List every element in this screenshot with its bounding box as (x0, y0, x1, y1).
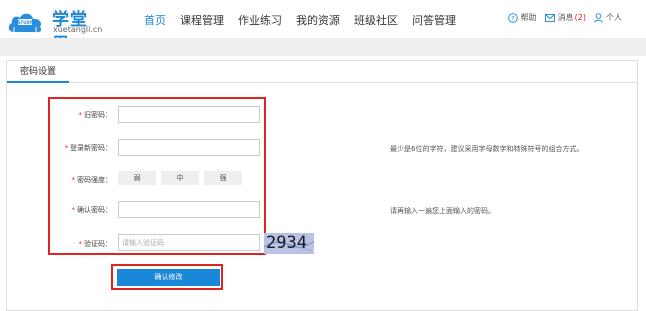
question-circle-icon: ? (507, 12, 518, 23)
captcha-input[interactable] (118, 234, 260, 251)
header-user-links: ? 帮助 消息 (2) 个人 (500, 12, 622, 23)
tab-password-settings[interactable]: 密码设置 (7, 61, 69, 83)
captcha-image[interactable]: 2934 (264, 233, 314, 254)
old-password-label: * 旧密码： (52, 110, 113, 120)
nav-course-management[interactable]: 课程管理 (174, 0, 230, 38)
user-icon (594, 12, 603, 23)
logo-subtitle: xuetangli.cn (53, 25, 103, 34)
top-header: STUDY 学堂里 xuetangli.cn 首页 课程管理 作业练习 我的资源… (0, 0, 646, 55)
old-password-input[interactable] (118, 106, 260, 123)
nav-homework[interactable]: 作业练习 (232, 0, 288, 38)
new-password-input[interactable] (118, 139, 260, 156)
confirm-change-button[interactable]: 确认修改 (117, 269, 220, 286)
strength-strong: 强 (204, 171, 242, 185)
confirm-password-input[interactable] (118, 201, 260, 218)
messages-count-badge: (2) (574, 13, 586, 22)
required-mark: * (78, 240, 83, 248)
help-link[interactable]: ? 帮助 (507, 12, 537, 23)
captcha-text: 2934 (266, 233, 307, 253)
new-password-label: * 登录新密码： (52, 143, 113, 153)
svg-text:?: ? (511, 14, 514, 22)
main-nav: 首页 课程管理 作业练习 我的资源 班级社区 问答管理 (138, 0, 464, 38)
nav-home[interactable]: 首页 (138, 0, 172, 38)
captcha-label: * 验证码： (52, 239, 113, 249)
nav-my-resources[interactable]: 我的资源 (290, 0, 346, 38)
nav-qa-management[interactable]: 问答管理 (406, 0, 462, 38)
cloud-logo-icon: STUDY (8, 13, 42, 33)
strength-weak: 弱 (118, 171, 156, 185)
password-strength-label-text: 密码强度： (77, 176, 112, 184)
messages-link[interactable]: 消息 (2) (544, 12, 586, 23)
panel-tab-bar: 密码设置 (7, 61, 637, 83)
new-password-hint: 最少是6位的字符，建议采用字母数字和特殊符号的组合方式。 (390, 145, 584, 153)
header-divider-band (0, 38, 646, 56)
old-password-label-text: 旧密码： (84, 111, 112, 119)
required-mark: * (64, 144, 69, 152)
site-logo[interactable]: STUDY 学堂里 xuetangli.cn (6, 5, 102, 55)
confirm-password-label: * 确认密码： (52, 205, 113, 215)
envelope-icon (544, 13, 555, 22)
messages-label: 消息 (557, 13, 574, 22)
personal-link[interactable]: 个人 (594, 12, 622, 23)
password-strength-label: * 密码强度： (52, 175, 113, 185)
required-mark: * (78, 111, 83, 119)
nav-class-community[interactable]: 班级社区 (348, 0, 404, 38)
personal-label: 个人 (606, 13, 622, 22)
required-mark: * (71, 206, 76, 214)
logo-badge: STUDY (18, 20, 33, 25)
required-mark: * (71, 176, 76, 184)
new-password-label-text: 登录新密码： (70, 144, 112, 152)
captcha-label-text: 验证码： (84, 240, 112, 248)
confirm-password-hint: 请再输入一遍您上面输入的密码。 (390, 207, 495, 215)
help-label: 帮助 (520, 13, 537, 22)
confirm-password-label-text: 确认密码： (77, 206, 112, 214)
password-strength-meter: 弱 中 强 (118, 171, 247, 185)
strength-medium: 中 (161, 171, 199, 185)
